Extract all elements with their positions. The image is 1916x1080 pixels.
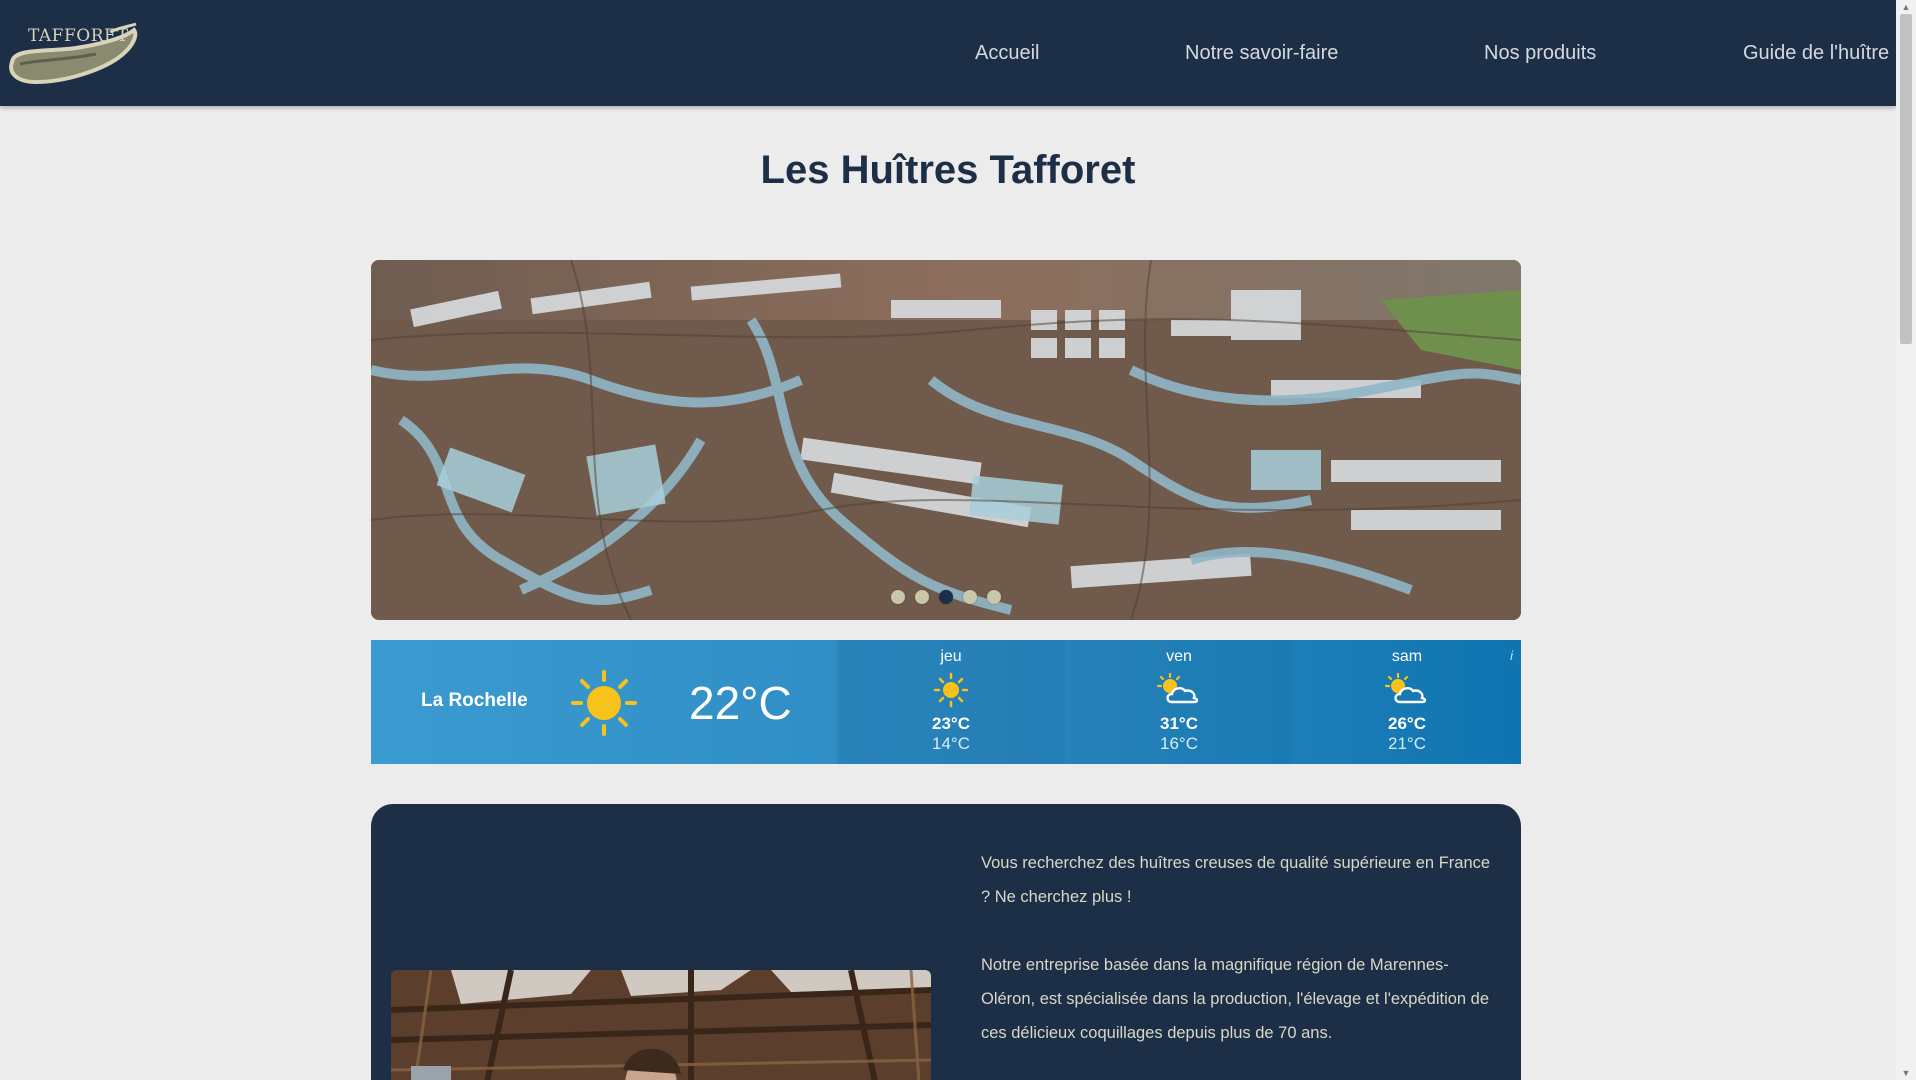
forecast-day-name: ven (1166, 648, 1192, 665)
page-title: Les Huîtres Tafforet (760, 148, 1136, 192)
carousel-indicators (371, 590, 1521, 604)
forecast-low: 14°C (932, 734, 970, 753)
forecast-day-name: sam (1391, 648, 1423, 665)
nav-item-produits[interactable]: Nos produits (1484, 42, 1596, 65)
forecast-high: 23°C (932, 714, 970, 733)
scroll-thumb[interactable] (1900, 14, 1912, 344)
intro-text: Vous recherchez des huîtres creuses de q… (981, 846, 1491, 1080)
forecast-day-name: jeu (940, 648, 962, 665)
intro-section: Vous recherchez des huîtres creuses de q… (371, 804, 1521, 1080)
weather-info-icon[interactable]: i (1510, 648, 1513, 663)
forecast-low: 21°C (1388, 734, 1426, 753)
nav-item-accueil[interactable]: Accueil (975, 42, 1039, 65)
page-scrollbar[interactable]: ▲ ▼ (1896, 0, 1916, 1080)
forecast-high: 31°C (1160, 714, 1198, 733)
salt-marsh-aerial-image (371, 260, 1521, 620)
weather-city: La Rochelle (421, 690, 528, 711)
carousel-dot[interactable] (939, 590, 953, 604)
sun-cloud-icon (1156, 672, 1199, 704)
forecast-day: ven 31°C 16°C (1065, 640, 1293, 764)
nav-item-savoir-faire[interactable]: Notre savoir-faire (1185, 42, 1338, 65)
carousel-dot[interactable] (891, 590, 905, 604)
weather-widget[interactable]: La Rochelle 22°C jeu 23°C 14°C ven 31°C … (371, 640, 1521, 764)
intro-paragraph: Vous recherchez des huîtres creuses de q… (981, 854, 1491, 906)
nav-item-guide[interactable]: Guide de l'huître (1743, 42, 1889, 65)
forecast-low: 16°C (1160, 734, 1198, 753)
top-navigation-bar: TAFFORET Accueil Notre savoir-faire Nos … (0, 0, 1896, 106)
carousel-dot[interactable] (963, 590, 977, 604)
sun-icon (933, 672, 969, 708)
intro-paragraph: Notre entreprise basée dans la magnifiqu… (981, 956, 1490, 1042)
scroll-up-arrow-icon[interactable]: ▲ (1901, 2, 1911, 12)
sun-icon (571, 670, 637, 736)
hero-carousel[interactable] (371, 260, 1521, 620)
forecast-day: sam 26°C 21°C (1293, 640, 1521, 764)
forecast-day: jeu 23°C 14°C (837, 640, 1065, 764)
main-nav: Accueil Notre savoir-faire Nos produits … (0, 0, 1896, 106)
forecast-high: 26°C (1388, 714, 1426, 733)
oyster-shed-photo (391, 970, 931, 1080)
scroll-down-arrow-icon[interactable]: ▼ (1901, 1068, 1911, 1078)
weather-current-temp: 22°C (689, 677, 792, 729)
sun-cloud-icon (1384, 672, 1427, 704)
carousel-dot[interactable] (915, 590, 929, 604)
carousel-dot[interactable] (987, 590, 1001, 604)
